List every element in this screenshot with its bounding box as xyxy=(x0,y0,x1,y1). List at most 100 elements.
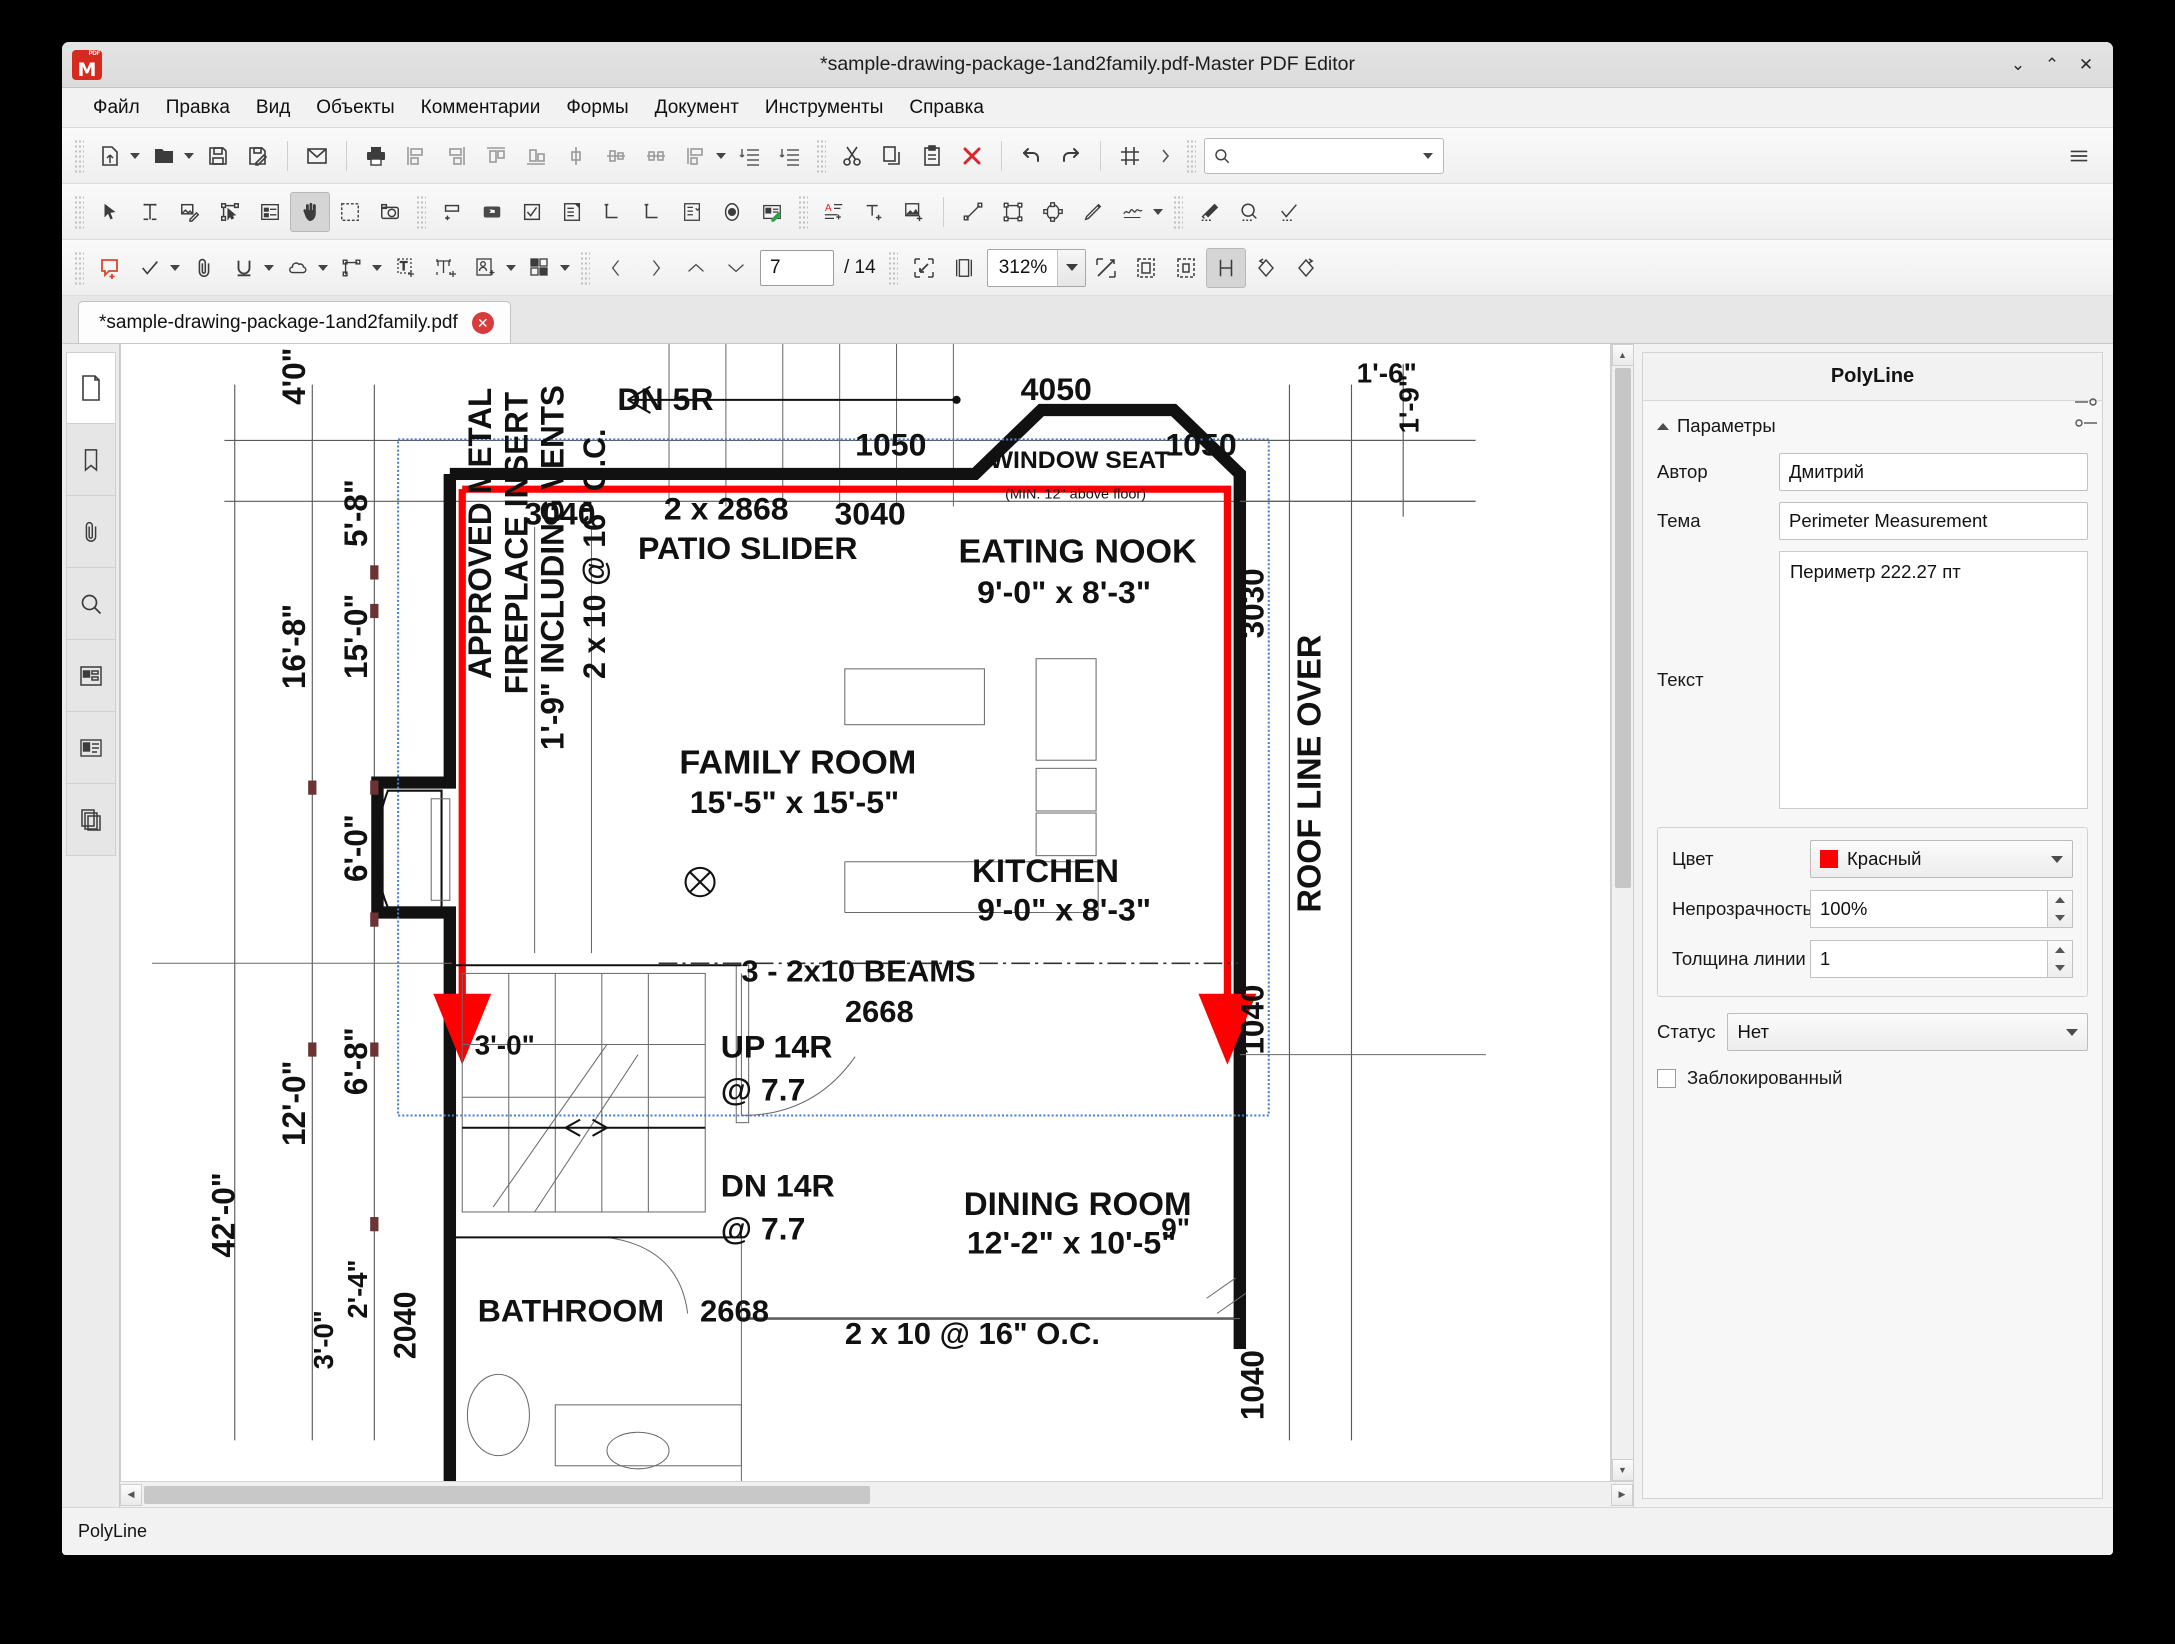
align-left-icon[interactable] xyxy=(396,136,436,176)
radio-button-icon[interactable] xyxy=(712,192,752,232)
button-field-icon[interactable] xyxy=(472,192,512,232)
delete-icon[interactable] xyxy=(952,136,992,176)
toolbar-grip[interactable] xyxy=(1173,194,1183,229)
author-input[interactable]: Дмитрий xyxy=(1779,453,2088,491)
page-down-icon[interactable] xyxy=(716,248,756,288)
scroll-down-icon[interactable]: ▼ xyxy=(1611,1459,1633,1481)
document-tab[interactable]: *sample-drawing-package-1and2family.pdf … xyxy=(78,301,511,343)
scroll-up-icon[interactable]: ▲ xyxy=(1611,344,1633,366)
align-top-icon[interactable] xyxy=(476,136,516,176)
fit-width-icon[interactable] xyxy=(1086,248,1126,288)
menu-file[interactable]: Файл xyxy=(80,93,153,123)
new-document-chevron-down-icon[interactable] xyxy=(130,152,140,159)
subject-input[interactable]: Perimeter Measurement xyxy=(1779,502,2088,540)
cut-icon[interactable] xyxy=(832,136,872,176)
toolbar-grip[interactable] xyxy=(74,138,84,173)
grid-icon[interactable] xyxy=(1110,136,1150,176)
align-group-icon[interactable] xyxy=(676,136,716,176)
opacity-decrement-icon[interactable] xyxy=(2048,909,2072,927)
align-center-horizontal-icon[interactable] xyxy=(596,136,636,176)
locked-checkbox[interactable] xyxy=(1657,1068,1676,1088)
rotate-right-icon[interactable] xyxy=(1286,248,1326,288)
horizontal-scrollbar[interactable]: ◀ ▶ xyxy=(120,1481,1633,1507)
align-center-vertical-icon[interactable] xyxy=(556,136,596,176)
next-page-icon[interactable] xyxy=(636,248,676,288)
scroll-left-icon[interactable]: ◀ xyxy=(120,1483,142,1506)
save-as-icon[interactable] xyxy=(238,136,278,176)
checkbox-field-icon[interactable] xyxy=(512,192,552,232)
page-thumbnail-icon[interactable] xyxy=(65,352,116,424)
tab-close-icon[interactable]: ✕ xyxy=(471,311,494,334)
collapse-chevron-up-icon[interactable] xyxy=(1657,422,1669,430)
rectangle-tool-icon[interactable] xyxy=(993,192,1033,232)
collapse-panel-icon[interactable] xyxy=(2075,396,2097,408)
layers-icon[interactable] xyxy=(65,640,116,712)
menu-icon[interactable] xyxy=(2059,136,2099,176)
toolbar-grip[interactable] xyxy=(1186,138,1196,173)
zoom-control[interactable]: 312% xyxy=(986,248,1087,287)
undo-icon[interactable] xyxy=(1011,136,1051,176)
redo-icon[interactable] xyxy=(1051,136,1091,176)
toolbar-grip[interactable] xyxy=(74,250,84,285)
vertical-scroll-thumb[interactable] xyxy=(1614,368,1631,888)
close-icon[interactable]: ✕ xyxy=(2069,48,2103,82)
cloud-icon[interactable] xyxy=(278,248,318,288)
stamp-grid-chevron-down-icon[interactable] xyxy=(560,264,570,271)
signature-icon[interactable] xyxy=(1113,192,1153,232)
bookmark-icon[interactable] xyxy=(65,424,116,496)
snapshot-icon[interactable] xyxy=(370,192,410,232)
ellipse-tool-icon[interactable] xyxy=(1033,192,1073,232)
scroll-right-icon[interactable]: ▶ xyxy=(1611,1483,1633,1506)
fit-visible-icon[interactable] xyxy=(1126,248,1166,288)
signature-panel-icon[interactable] xyxy=(65,712,116,784)
indent-increase-icon[interactable] xyxy=(770,136,810,176)
underline-icon[interactable] xyxy=(224,248,264,288)
toolbar-grip[interactable] xyxy=(816,138,826,173)
linewidth-stepper[interactable]: 1 xyxy=(1810,940,2073,978)
add-text-icon[interactable]: A xyxy=(814,192,854,232)
zoom-chevron-down-icon[interactable] xyxy=(1057,249,1086,286)
menu-document[interactable]: Документ xyxy=(642,93,752,123)
line-tool-icon[interactable] xyxy=(953,192,993,232)
pdf-page-canvas[interactable]: .dl{stroke:#5a5a5a;stroke-width:1.1;fill… xyxy=(120,344,1611,1481)
add-image-icon[interactable] xyxy=(894,192,934,232)
add-text-box-icon[interactable] xyxy=(854,192,894,232)
toolbar-overflow-icon[interactable] xyxy=(1150,136,1180,176)
fit-page-icon[interactable] xyxy=(944,248,984,288)
color-chevron-down-icon[interactable] xyxy=(2051,855,2063,863)
page-up-icon[interactable] xyxy=(676,248,716,288)
menu-view[interactable]: Вид xyxy=(243,93,303,123)
edit-text-icon[interactable] xyxy=(130,192,170,232)
sticky-note-icon[interactable] xyxy=(90,248,130,288)
parameters-group-header[interactable]: Параметры xyxy=(1657,415,2088,437)
indent-decrease-icon[interactable] xyxy=(730,136,770,176)
form-icon[interactable] xyxy=(250,192,290,232)
eraser-icon[interactable] xyxy=(1189,192,1229,232)
status-select[interactable]: Нет xyxy=(1727,1013,2088,1051)
prev-page-icon[interactable] xyxy=(596,248,636,288)
attachment-icon[interactable] xyxy=(184,248,224,288)
check-tool-icon[interactable] xyxy=(1269,192,1309,232)
single-page-icon[interactable] xyxy=(1206,247,1247,288)
paste-icon[interactable] xyxy=(912,136,952,176)
zoom-value[interactable]: 312% xyxy=(988,257,1058,279)
hand-tool-icon[interactable] xyxy=(290,191,330,232)
align-bottom-icon[interactable] xyxy=(516,136,556,176)
pencil-tool-icon[interactable] xyxy=(1073,192,1113,232)
email-icon[interactable] xyxy=(297,136,337,176)
print-icon[interactable] xyxy=(356,136,396,176)
signature-field-icon[interactable] xyxy=(752,192,792,232)
stamp-person-chevron-down-icon[interactable] xyxy=(506,264,516,271)
horizontal-scroll-thumb[interactable] xyxy=(144,1485,871,1504)
search-input[interactable] xyxy=(1204,137,1444,174)
minimize-icon[interactable]: ⌄ xyxy=(2001,48,2035,82)
menu-edit[interactable]: Правка xyxy=(153,93,243,123)
expand-panel-icon[interactable] xyxy=(2075,417,2097,429)
edit-image-icon[interactable] xyxy=(170,192,210,232)
stamp-grid-icon[interactable] xyxy=(520,248,560,288)
menu-objects[interactable]: Объекты xyxy=(303,93,407,123)
locked-row[interactable]: Заблокированный xyxy=(1657,1067,2088,1089)
signature-chevron-down-icon[interactable] xyxy=(1153,208,1163,215)
combobox-field-icon[interactable] xyxy=(552,192,592,232)
save-icon[interactable] xyxy=(198,136,238,176)
